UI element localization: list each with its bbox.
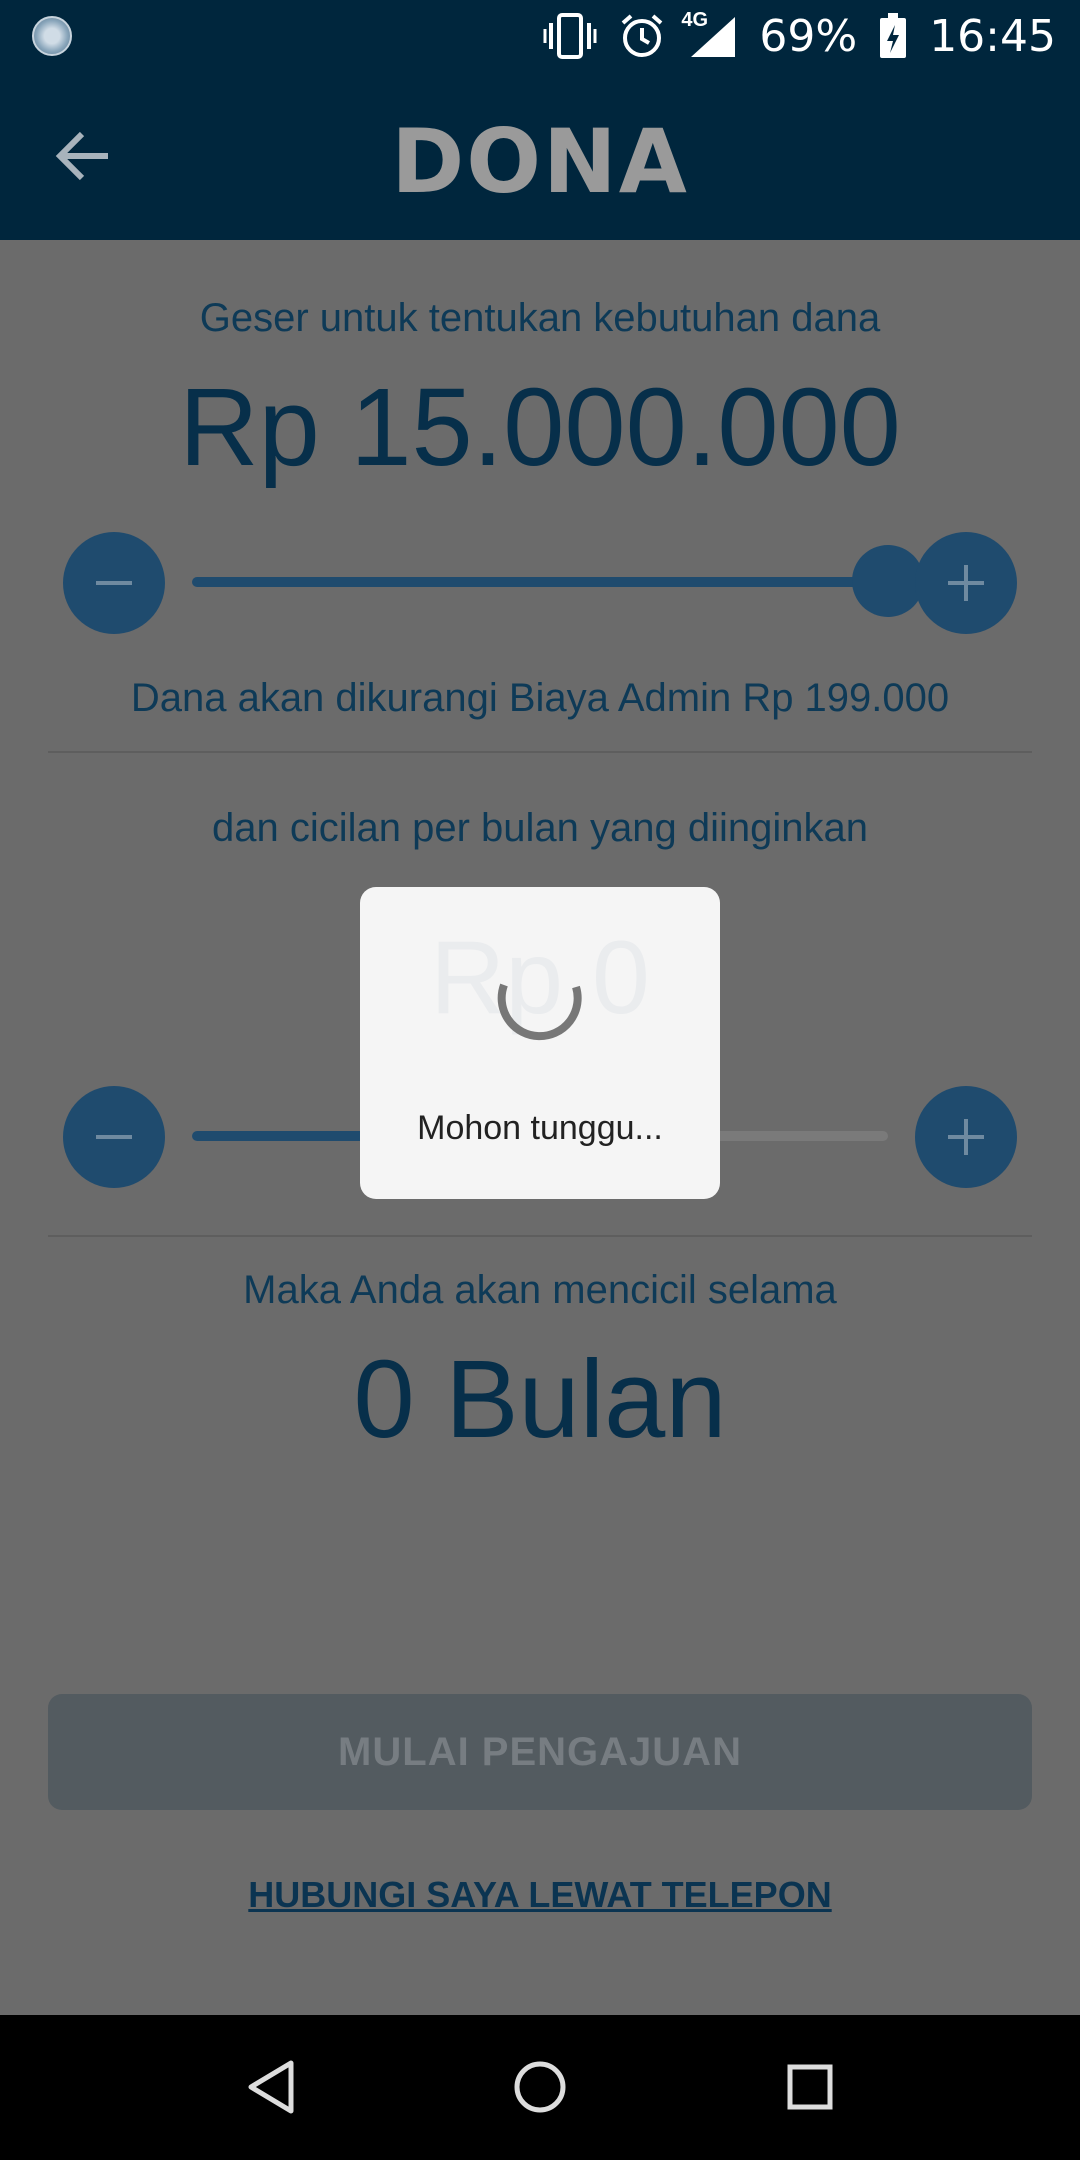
network-type: 4G bbox=[681, 9, 709, 31]
battery-percent: 69% bbox=[759, 10, 858, 62]
call-me-link[interactable]: HUBUNGI SAYA LEWAT TELEPON bbox=[0, 1874, 1080, 1916]
installment-decrease-button[interactable] bbox=[63, 1086, 165, 1188]
status-bar: 4G 69% 16:45 bbox=[0, 0, 1080, 72]
duration-label: Maka Anda akan mencicil selama bbox=[243, 1268, 837, 1312]
installment-increase-button[interactable] bbox=[915, 1086, 1017, 1188]
minus-icon bbox=[96, 1135, 132, 1139]
minus-icon bbox=[96, 581, 132, 585]
installment-label: dan cicilan per bulan yang diinginkan bbox=[211, 806, 868, 850]
status-icons: 4G 69% 16:45 bbox=[543, 0, 1056, 72]
plus-icon bbox=[948, 565, 984, 601]
vibrate-icon bbox=[543, 13, 597, 59]
app-title: DONA bbox=[391, 110, 689, 213]
loan-slider-track[interactable] bbox=[192, 577, 888, 587]
loading-spinner-icon bbox=[490, 947, 590, 1047]
alarm-icon bbox=[619, 13, 665, 59]
loan-slider-thumb[interactable] bbox=[852, 545, 924, 617]
clock: 16:45 bbox=[929, 10, 1056, 62]
loan-decrease-button[interactable] bbox=[63, 532, 165, 634]
plus-icon bbox=[948, 1119, 984, 1155]
system-nav-bar bbox=[0, 2015, 1080, 2160]
admin-fee-note: Dana akan dikurangi Biaya Admin Rp 199.0… bbox=[130, 676, 950, 720]
duration-value: 0 Bulan bbox=[353, 1338, 727, 1461]
divider bbox=[48, 1235, 1032, 1237]
app-notification-icon bbox=[32, 16, 72, 56]
nav-back-icon[interactable] bbox=[238, 2055, 302, 2119]
submit-application-button[interactable]: MULAI PENGAJUAN bbox=[48, 1694, 1032, 1810]
loading-dialog: Rp 0 Mohon tunggu... bbox=[360, 887, 720, 1199]
app-bar: DONA bbox=[0, 72, 1080, 240]
divider bbox=[48, 751, 1032, 753]
loan-slider-label: Geser untuk tentukan kebutuhan dana bbox=[199, 296, 881, 340]
nav-recents-icon[interactable] bbox=[778, 2055, 842, 2119]
nav-home-icon[interactable] bbox=[508, 2055, 572, 2119]
loan-increase-button[interactable] bbox=[915, 532, 1017, 634]
loan-amount: Rp 15.000.000 bbox=[179, 366, 901, 489]
battery-charging-icon bbox=[879, 13, 907, 59]
loading-message: Mohon tunggu... bbox=[417, 1109, 663, 1147]
signal-icon: 4G bbox=[681, 9, 737, 59]
